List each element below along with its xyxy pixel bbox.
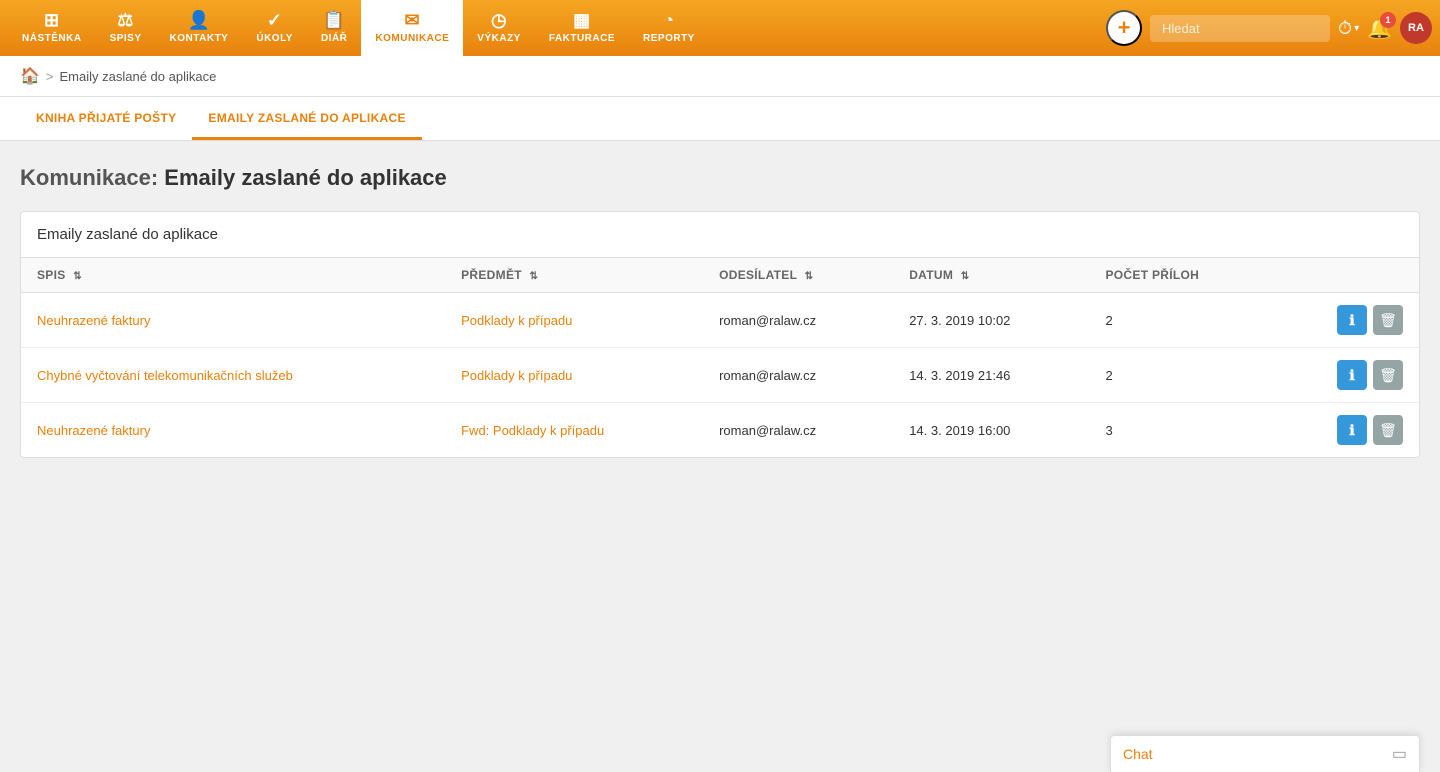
emails-table: SPIS ⇅ PŘEDMĚT ⇅ ODESÍLATEL ⇅ DATUM ⇅ (21, 258, 1419, 457)
table-row: Neuhrazené faktury Fwd: Podklady k přípa… (21, 403, 1419, 458)
navbar: ⊞ NÁSTĚNKA ⚖ SPISY 👤 KONTAKTY ✓ ÚKOLY 📋 … (0, 0, 1440, 56)
col-odesilatel[interactable]: ODESÍLATEL ⇅ (703, 258, 893, 293)
cell-prilohy-0: 2 (1089, 293, 1274, 348)
cell-odesilatel-2: roman@ralaw.cz (703, 403, 893, 458)
spis-link-2[interactable]: Neuhrazené faktury (37, 423, 150, 438)
cell-odesilatel-0: roman@ralaw.cz (703, 293, 893, 348)
tabs-container: KNIHA PŘIJATÉ POŠTY EMAILY ZASLANÉ DO AP… (0, 97, 1440, 141)
delete-button-1[interactable]: 🗑 (1373, 360, 1403, 390)
predmet-link-0[interactable]: Podklady k případu (461, 313, 572, 328)
delete-button-0[interactable]: 🗑 (1373, 305, 1403, 335)
sort-icon-spis: ⇅ (73, 271, 82, 282)
chat-minimize-button[interactable]: ▭ (1392, 744, 1407, 764)
nav-icon-diar: 📋 (323, 10, 346, 31)
nav-label-komunikace: KOMUNIKACE (375, 33, 449, 44)
nav-icon-nastенка: ⊞ (44, 10, 60, 31)
table-row: Chybné vyčtování telekomunikačních služe… (21, 348, 1419, 403)
spis-link-1[interactable]: Chybné vyčtování telekomunikačních služe… (37, 368, 293, 383)
breadcrumb: 🏠 > Emaily zaslané do aplikace (0, 56, 1440, 97)
table-header-row: SPIS ⇅ PŘEDMĚT ⇅ ODESÍLATEL ⇅ DATUM ⇅ (21, 258, 1419, 293)
cell-spis-0[interactable]: Neuhrazené faktury (21, 293, 445, 348)
cell-odesilatel-1: roman@ralaw.cz (703, 348, 893, 403)
nav-label-reporty: REPORTY (643, 33, 695, 44)
predmet-link-2[interactable]: Fwd: Podklady k případu (461, 423, 604, 438)
col-predmet[interactable]: PŘEDMĚT ⇅ (445, 258, 703, 293)
cell-predmet-1[interactable]: Podklady k případu (445, 348, 703, 403)
chat-widget: Chat ▭ (1110, 735, 1420, 772)
nav-label-spisy: SPISY (110, 33, 142, 44)
page-title-main: Emaily zaslané do aplikace (164, 165, 446, 190)
cell-predmet-2[interactable]: Fwd: Podklady k případu (445, 403, 703, 458)
cell-datum-0: 27. 3. 2019 10:02 (893, 293, 1089, 348)
nav-item-ukoly[interactable]: ✓ ÚKOLY (242, 0, 307, 56)
nav-item-nastенка[interactable]: ⊞ NÁSTĚNKA (8, 0, 96, 56)
nav-right: ⏱ ▾ 🔔 1 RA (1338, 12, 1432, 44)
spis-link-0[interactable]: Neuhrazené faktury (37, 313, 150, 328)
col-prilohy: POČET PŘÍLOH (1089, 258, 1274, 293)
page-title: Komunikace: Emaily zaslané do aplikace (20, 165, 1420, 191)
nav-label-diar: DIÁŘ (321, 33, 347, 44)
nav-item-kontakty[interactable]: 👤 KONTAKTY (156, 0, 243, 56)
table-row: Neuhrazené faktury Podklady k případu ro… (21, 293, 1419, 348)
nav-icon-komunikace: ✉ (405, 10, 421, 31)
breadcrumb-current: Emaily zaslané do aplikace (60, 69, 217, 84)
info-button-0[interactable]: ℹ (1337, 305, 1367, 335)
bell-button[interactable]: 🔔 1 (1367, 16, 1392, 41)
cell-prilohy-2: 3 (1089, 403, 1274, 458)
cell-predmet-0[interactable]: Podklady k případu (445, 293, 703, 348)
cell-prilohy-1: 2 (1089, 348, 1274, 403)
clock-chevron: ▾ (1354, 23, 1359, 34)
cell-spis-1[interactable]: Chybné vyčtování telekomunikačních služe… (21, 348, 445, 403)
nav-icon-vykazy: ◷ (491, 10, 507, 31)
clock-icon: ⏱ (1338, 18, 1352, 39)
cell-actions-2: ℹ 🗑 (1275, 403, 1419, 458)
nav-icon-fakturace: ▦ (573, 10, 591, 31)
nav-icon-kontakty: 👤 (187, 10, 210, 31)
tab-kniha[interactable]: KNIHA PŘIJATÉ POŠTY (20, 97, 192, 140)
tab-emaily[interactable]: EMAILY ZASLANÉ DO APLIKACE (192, 97, 421, 140)
search-input[interactable] (1150, 15, 1330, 42)
breadcrumb-separator: > (46, 69, 54, 84)
nav-icon-ukoly: ✓ (267, 10, 283, 31)
breadcrumb-home[interactable]: 🏠 (20, 66, 40, 86)
cell-actions-1: ℹ 🗑 (1275, 348, 1419, 403)
clock-button[interactable]: ⏱ ▾ (1338, 18, 1359, 39)
avatar[interactable]: RA (1400, 12, 1432, 44)
nav-item-fakturace[interactable]: ▦ FAKTURACE (535, 0, 629, 56)
nav-item-komunikace[interactable]: ✉ KOMUNIKACE (361, 0, 463, 56)
bell-badge: 1 (1380, 12, 1396, 28)
nav-item-spisy[interactable]: ⚖ SPISY (96, 0, 156, 56)
col-spis[interactable]: SPIS ⇅ (21, 258, 445, 293)
add-button[interactable]: + (1106, 10, 1142, 46)
table-card-header: Emaily zaslané do aplikace (21, 212, 1419, 258)
nav-label-fakturace: FAKTURACE (549, 33, 615, 44)
nav-label-nastенка: NÁSTĚNKA (22, 33, 82, 44)
nav-item-reporty[interactable]: ◔ REPORTY (629, 0, 709, 56)
nav-icon-reporty: ◔ (663, 10, 674, 31)
cell-datum-2: 14. 3. 2019 16:00 (893, 403, 1089, 458)
nav-label-vykazy: VÝKAZY (477, 33, 521, 44)
sort-icon-odesilatel: ⇅ (805, 271, 814, 282)
cell-actions-0: ℹ 🗑 (1275, 293, 1419, 348)
nav-label-kontakty: KONTAKTY (170, 33, 229, 44)
info-button-1[interactable]: ℹ (1337, 360, 1367, 390)
nav-icon-spisy: ⚖ (117, 10, 134, 31)
sort-icon-predmet: ⇅ (530, 271, 539, 282)
col-datum[interactable]: DATUM ⇅ (893, 258, 1089, 293)
page-title-prefix: Komunikace: (20, 165, 158, 190)
col-actions (1275, 258, 1419, 293)
nav-item-diar[interactable]: 📋 DIÁŘ (307, 0, 361, 56)
info-button-2[interactable]: ℹ (1337, 415, 1367, 445)
table-card: Emaily zaslané do aplikace SPIS ⇅ PŘEDMĚ… (20, 211, 1420, 458)
cell-spis-2[interactable]: Neuhrazené faktury (21, 403, 445, 458)
delete-button-2[interactable]: 🗑 (1373, 415, 1403, 445)
nav-label-ukoly: ÚKOLY (256, 33, 293, 44)
sort-icon-datum: ⇅ (961, 271, 970, 282)
chat-label[interactable]: Chat (1123, 746, 1392, 762)
nav-item-vykazy[interactable]: ◷ VÝKAZY (463, 0, 535, 56)
main-content: Komunikace: Emaily zaslané do aplikace E… (0, 141, 1440, 482)
cell-datum-1: 14. 3. 2019 21:46 (893, 348, 1089, 403)
predmet-link-1[interactable]: Podklady k případu (461, 368, 572, 383)
